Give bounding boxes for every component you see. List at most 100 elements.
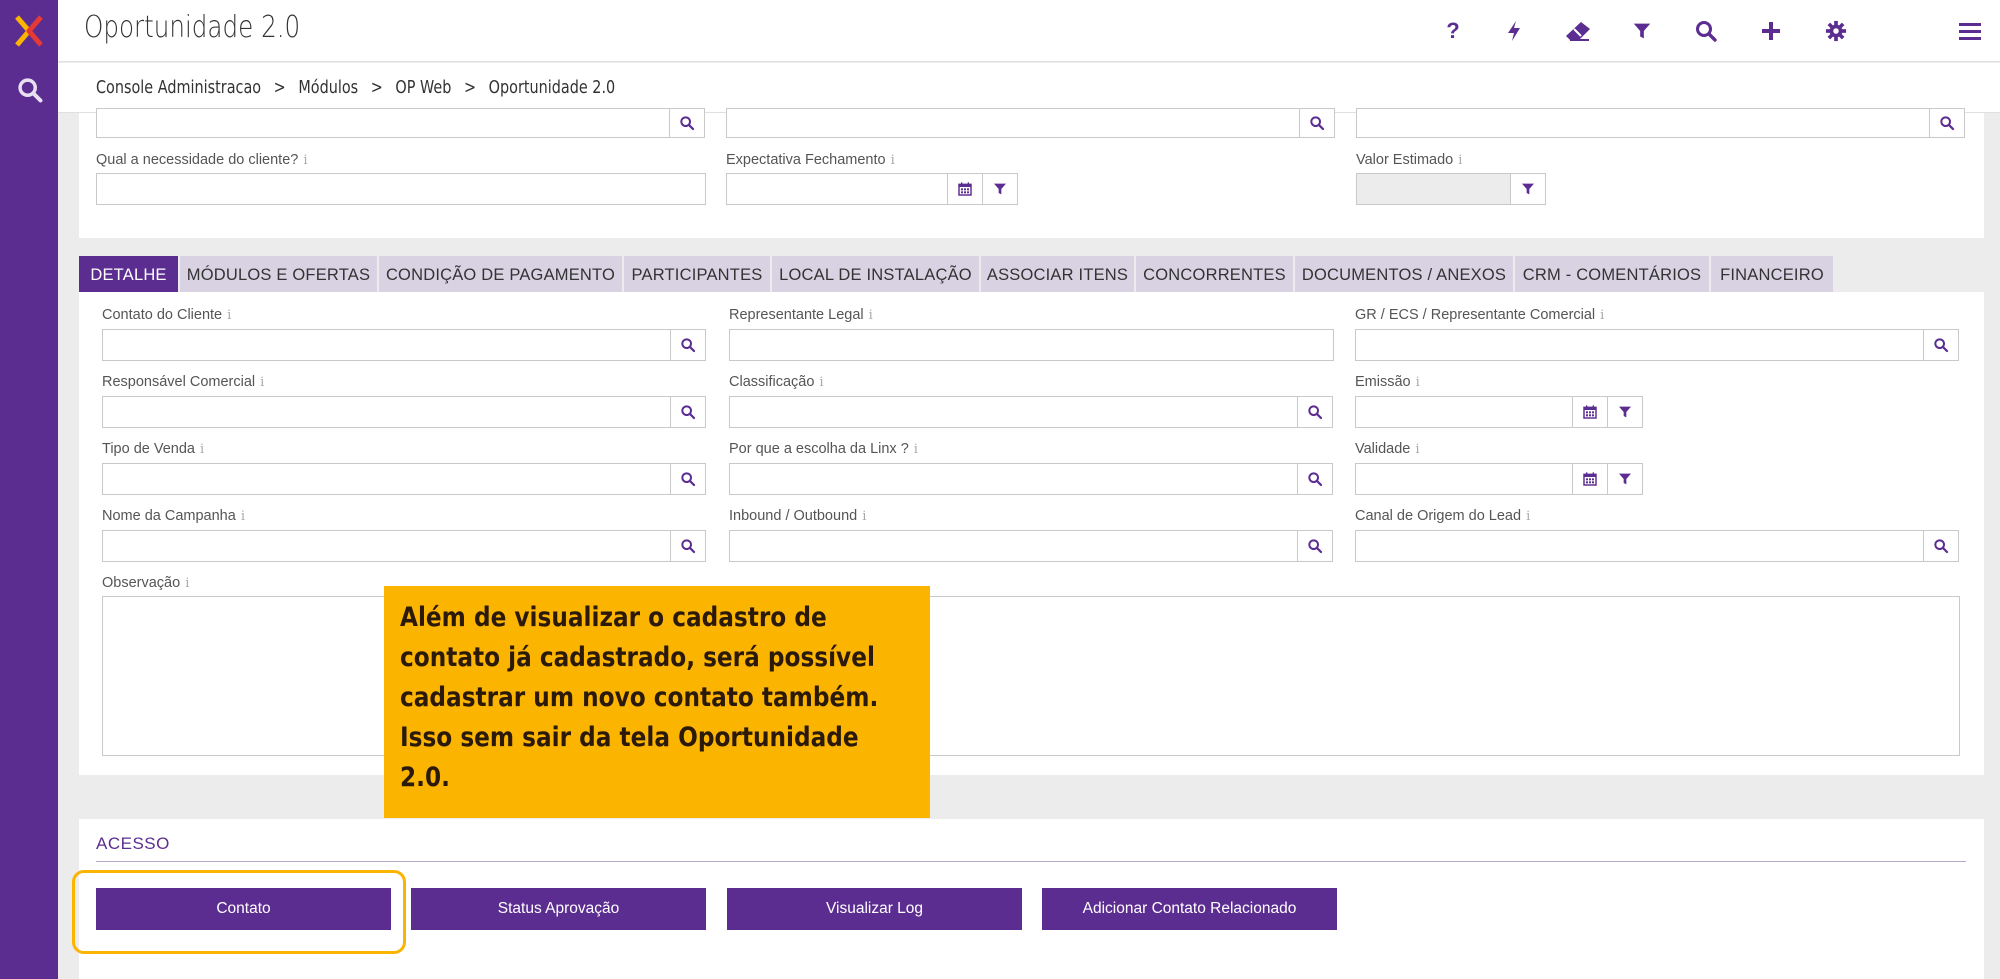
validade-calendar-button[interactable] (1572, 463, 1608, 495)
info-icon[interactable]: i (227, 308, 231, 323)
info-icon[interactable]: i (1600, 308, 1604, 323)
nome-campanha-input[interactable] (102, 530, 671, 562)
search-icon (1933, 337, 1949, 353)
search-icon (1939, 115, 1955, 131)
help-icon[interactable]: ? (1437, 15, 1469, 47)
canal-origem-label: Canal de Origem do Lead i (1355, 508, 1531, 524)
gear-icon[interactable] (1820, 15, 1852, 47)
validade-input[interactable] (1355, 463, 1573, 495)
app-logo-icon[interactable] (14, 14, 44, 48)
contato-cliente-label: Contato do Cliente i (102, 307, 232, 323)
contato-highlight-frame (72, 870, 406, 954)
breadcrumb-modulos[interactable]: Módulos (298, 77, 358, 98)
canal-origem-input[interactable] (1355, 530, 1924, 562)
classificacao-input[interactable] (729, 396, 1298, 428)
escolha-linx-input[interactable] (729, 463, 1298, 495)
tipo-venda-input[interactable] (102, 463, 671, 495)
inbound-outbound-label: Inbound / Outbound i (729, 508, 867, 524)
breadcrumb-opweb[interactable]: OP Web (395, 77, 451, 98)
info-icon[interactable]: i (185, 576, 189, 591)
tab-crm-comentarios[interactable]: CRM - COMENTÁRIOS (1515, 256, 1709, 294)
emissao-calendar-button[interactable] (1572, 396, 1608, 428)
info-icon[interactable]: i (819, 375, 823, 390)
eraser-icon[interactable] (1562, 15, 1594, 47)
emissao-filter-button[interactable] (1607, 396, 1643, 428)
top-field-3-search-button[interactable] (1929, 108, 1965, 138)
breadcrumb-current: Oportunidade 2.0 (488, 77, 616, 98)
info-icon[interactable]: i (200, 442, 204, 457)
status-aprovacao-button[interactable]: Status Aprovação (411, 888, 706, 930)
info-icon[interactable]: i (1458, 153, 1462, 168)
tab-concorrentes[interactable]: CONCORRENTES (1136, 256, 1293, 294)
info-icon[interactable]: i (1416, 375, 1420, 390)
section-divider (96, 861, 1966, 862)
info-icon[interactable]: i (869, 308, 873, 323)
info-icon[interactable]: i (303, 153, 307, 168)
menu-icon[interactable] (1954, 15, 1986, 47)
callout-text: Além de visualizar o cadastro de contato… (400, 602, 879, 793)
breadcrumb-separator: > (464, 77, 477, 98)
search-icon (680, 471, 696, 487)
info-icon[interactable]: i (862, 509, 866, 524)
top-field-2-input[interactable] (726, 108, 1300, 138)
visualizar-log-button[interactable]: Visualizar Log (727, 888, 1022, 930)
classificacao-label: Classificação i (729, 374, 824, 390)
tab-documentos-anexos[interactable]: DOCUMENTOS / ANEXOS (1295, 256, 1513, 294)
escolha-linx-search-button[interactable] (1297, 463, 1333, 495)
observacao-textarea[interactable] (102, 596, 1960, 756)
plus-icon[interactable] (1755, 15, 1787, 47)
tab-local-instalacao[interactable]: LOCAL DE INSTALAÇÃO (772, 256, 979, 294)
tab-associar-itens[interactable]: ASSOCIAR ITENS (981, 256, 1134, 294)
inbound-outbound-search-button[interactable] (1297, 530, 1333, 562)
contato-cliente-search-button[interactable] (670, 329, 706, 361)
search-icon (1307, 404, 1323, 420)
info-icon[interactable]: i (241, 509, 245, 524)
expectativa-filter-button[interactable] (982, 173, 1018, 205)
validade-label: Validade i (1355, 441, 1420, 457)
nome-campanha-label: Nome da Campanha i (102, 508, 245, 524)
gr-ecs-search-button[interactable] (1923, 329, 1959, 361)
info-icon[interactable]: i (260, 375, 264, 390)
tab-detalhe[interactable]: DETALHE (79, 256, 178, 294)
search-icon[interactable] (1690, 15, 1722, 47)
contato-cliente-input[interactable] (102, 329, 671, 361)
escolha-linx-label: Por que a escolha da Linx ? i (729, 441, 918, 457)
necessidade-input[interactable] (96, 173, 706, 205)
valor-filter-button[interactable] (1510, 173, 1546, 205)
filter-icon[interactable] (1626, 15, 1658, 47)
top-field-1-search-button[interactable] (669, 108, 705, 138)
bolt-icon[interactable] (1498, 15, 1530, 47)
top-field-2-search-button[interactable] (1299, 108, 1335, 138)
necessidade-label: Qual a necessidade do cliente? i (96, 152, 308, 168)
nome-campanha-search-button[interactable] (670, 530, 706, 562)
breadcrumb-bar: Console Administracao > Módulos > OP Web… (58, 63, 2000, 113)
calendar-icon (1582, 471, 1598, 487)
breadcrumb-separator: > (370, 77, 383, 98)
gr-ecs-input[interactable] (1355, 329, 1924, 361)
sidebar-search-icon[interactable] (16, 76, 44, 104)
inbound-outbound-input[interactable] (729, 530, 1298, 562)
info-icon[interactable]: i (914, 442, 918, 457)
breadcrumb-console[interactable]: Console Administracao (96, 77, 261, 98)
info-icon[interactable]: i (1526, 509, 1530, 524)
top-field-1-input[interactable] (96, 108, 670, 138)
expectativa-calendar-button[interactable] (947, 173, 983, 205)
adicionar-contato-relacionado-button[interactable]: Adicionar Contato Relacionado (1042, 888, 1337, 930)
expectativa-input[interactable] (726, 173, 948, 205)
top-field-3-input[interactable] (1356, 108, 1930, 138)
representante-legal-input[interactable] (729, 329, 1334, 361)
tipo-venda-search-button[interactable] (670, 463, 706, 495)
tab-financeiro[interactable]: FINANCEIRO (1711, 256, 1833, 294)
responsavel-comercial-search-button[interactable] (670, 396, 706, 428)
emissao-input[interactable] (1355, 396, 1573, 428)
info-icon[interactable]: i (1415, 442, 1419, 457)
tab-participantes[interactable]: PARTICIPANTES (624, 256, 770, 294)
info-icon[interactable]: i (891, 153, 895, 168)
validade-filter-button[interactable] (1607, 463, 1643, 495)
classificacao-search-button[interactable] (1297, 396, 1333, 428)
search-icon (680, 404, 696, 420)
tab-condicao-pagamento[interactable]: CONDIÇÃO DE PAGAMENTO (379, 256, 622, 294)
canal-origem-search-button[interactable] (1923, 530, 1959, 562)
tab-modulos-ofertas[interactable]: MÓDULOS E OFERTAS (180, 256, 377, 294)
responsavel-comercial-input[interactable] (102, 396, 671, 428)
